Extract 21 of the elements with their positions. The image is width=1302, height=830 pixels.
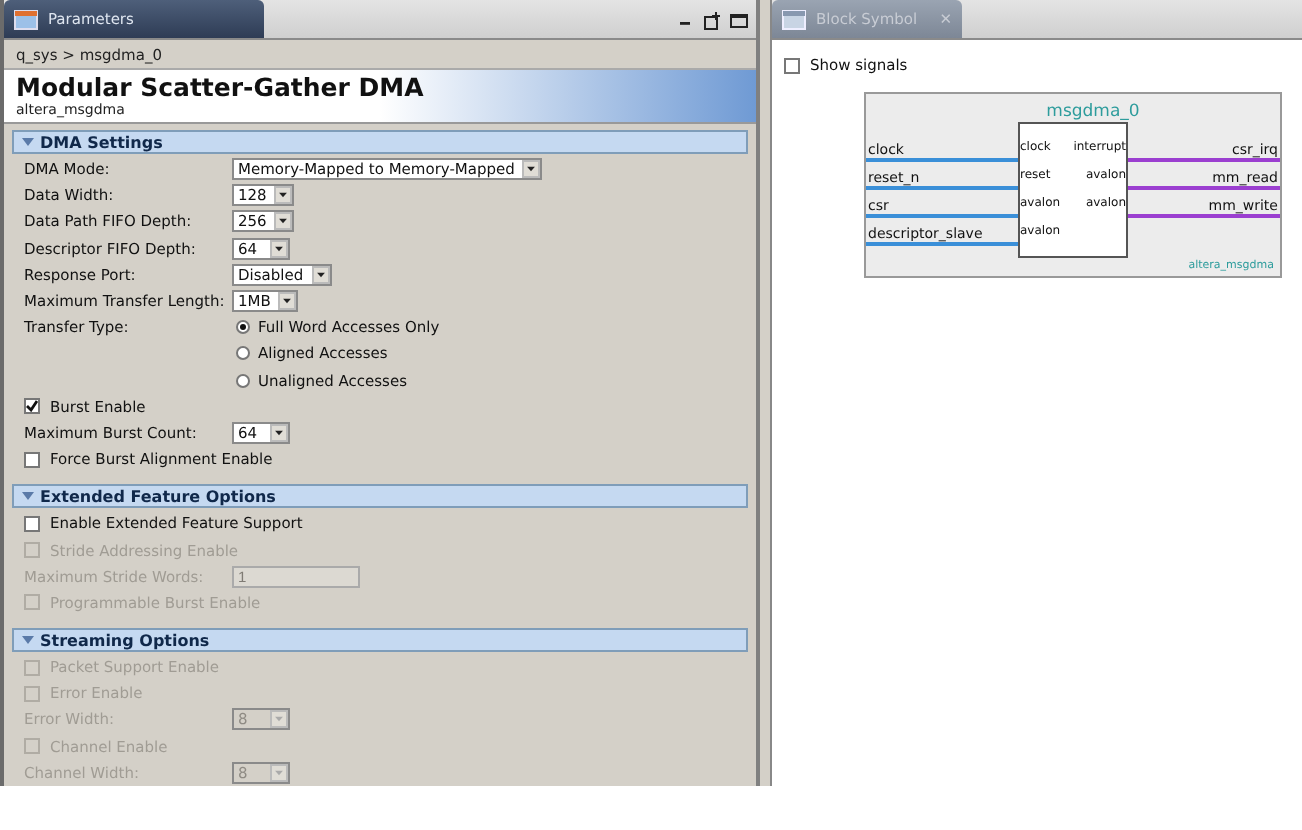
expanded-icon: [22, 490, 34, 503]
detach-icon[interactable]: [704, 12, 722, 30]
caret-icon: [274, 212, 293, 231]
caret-icon: [311, 265, 330, 284]
caret-icon: [274, 186, 293, 205]
window-icon: [14, 9, 38, 29]
maximize-icon[interactable]: [730, 12, 748, 30]
checkmark-icon: [26, 400, 38, 413]
caret-icon: [270, 710, 288, 729]
section-header[interactable]: DMA Settings: [12, 130, 748, 154]
caret-icon: [270, 423, 288, 442]
caret-icon: [270, 763, 288, 782]
caret-icon: [278, 292, 297, 311]
section-header[interactable]: Extended Feature Options: [12, 484, 748, 509]
expanded-icon: [22, 136, 34, 148]
section-header[interactable]: Streaming Options: [12, 628, 748, 652]
expanded-icon: [22, 634, 34, 646]
window-icon: [782, 9, 806, 29]
component-title: Modular Scatter-Gather DMA: [16, 74, 426, 102]
caret-icon: [270, 239, 288, 258]
caret-icon: [522, 160, 541, 179]
